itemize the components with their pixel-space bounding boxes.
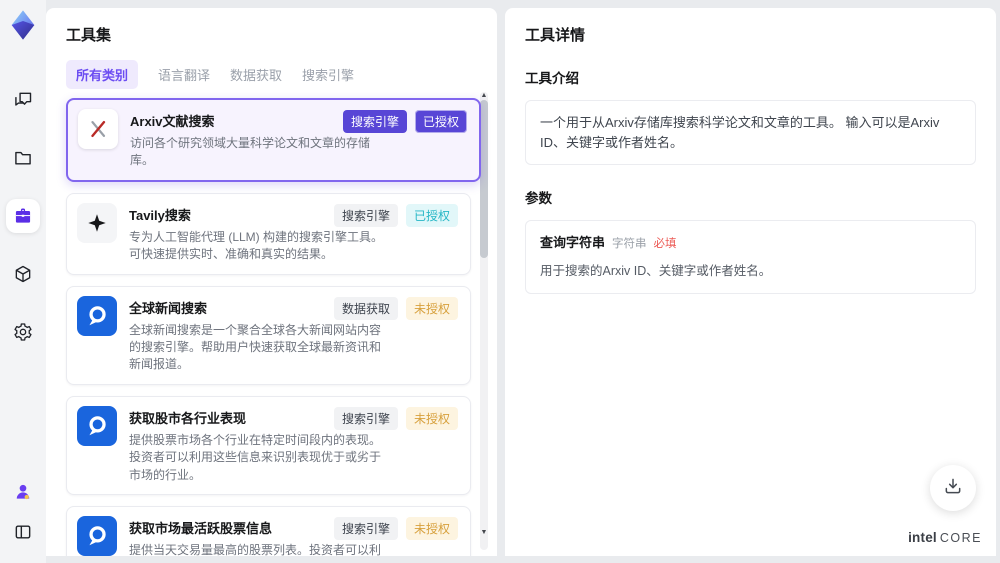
category-badge: 搜索引擎 [333,516,398,540]
parameter-required-badge: 必填 [653,238,677,250]
category-badge: 搜索引擎 [333,203,398,227]
page-title: 工具集 [66,27,112,44]
sidebar-item-cube[interactable] [6,257,40,291]
tool-card[interactable]: Tavily搜索 专为人工智能代理 (LLM) 构建的搜索引擎工具。可快速提供实时… [66,192,471,275]
tool-badges: 数据获取 未授权 [333,296,458,320]
params-heading: 参数 [525,191,552,206]
arxiv-logo [78,109,118,149]
category-badge: 搜索引擎 [342,110,407,133]
category-tabs: 所有类别 语言翻译 数据获取 搜索引擎 [66,60,477,89]
parameter-description: 用于搜索的Arxiv ID、关键字或作者姓名。 [540,264,772,279]
sidebar-nav [6,83,40,349]
sidebar-item-folder[interactable] [6,141,40,175]
sidebar-item-user[interactable] [6,475,40,509]
chat-icon [13,90,33,110]
core-wordmark: CORE [939,531,982,545]
category-badge: 数据获取 [333,296,398,320]
status-badge: 已授权 [414,110,467,133]
scrollbar: ▲ ▼ [480,92,488,550]
news-search-logo [77,405,117,446]
sidebar-item-chat[interactable] [6,83,40,117]
tab-1[interactable]: 语言翻译 [158,60,210,89]
tool-card[interactable]: Arxiv文献搜索 访问各个研究领域大量科学论文和文章的存储库。 搜索引擎 已授权 [66,98,481,182]
tool-card[interactable]: 获取股市各行业表现 提供股票市场各个行业在特定时间段内的表现。投资者可以利用这些信… [66,395,471,495]
tool-badges: 搜索引擎 已授权 [333,203,458,227]
tab-3[interactable]: 搜索引擎 [302,60,354,89]
tool-badges: 搜索引擎 未授权 [333,406,458,430]
cube-icon [13,264,33,284]
news-search-logo [77,515,117,556]
tool-card[interactable]: 获取市场最活跃股票信息提供当天交易量最高的股票列表。投资者可以利用这些信息来识别… [66,505,471,556]
intel-core-logo: intel CORE [908,530,982,545]
sidebar-item-gear[interactable] [6,315,40,349]
tool-card[interactable]: 全球新闻搜索 全球新闻搜索是一个聚合全球各大新闻网站内容的搜索引擎。帮助用户快速获… [66,285,471,385]
tavily-logo [77,202,117,243]
download-button[interactable] [930,465,976,511]
parameter-header: 查询字符串 字符串 必填 [540,233,961,253]
download-icon [943,476,963,501]
tool-description: 提供股票市场各个行业在特定时间段内的表现。投资者可以利用这些信息来识别表现优于或… [129,432,382,482]
tool-badges: 搜索引擎 已授权 [342,110,467,133]
parameter-box: 查询字符串 字符串 必填 用于搜索的Arxiv ID、关键字或作者姓名。 [525,220,976,294]
intro-heading: 工具介绍 [525,71,579,86]
status-badge: 未授权 [405,516,458,540]
tab-2[interactable]: 数据获取 [230,60,282,89]
scrollbar-thumb[interactable] [480,100,488,258]
tool-details-panel: 工具详情 工具介绍 一个用于从Arxiv存储库搜索科学论文和文章的工具。 输入可… [505,8,996,556]
category-badge: 搜索引擎 [333,406,398,430]
sidebar [0,0,46,563]
tab-0[interactable]: 所有类别 [66,60,139,89]
diamond-logo[interactable] [7,9,39,41]
user-icon [13,482,33,502]
gear-icon [13,322,33,342]
briefcase-icon [13,206,33,226]
app-root: { "colors": { "accent": "#5846d6", "acce… [0,0,1000,563]
tool-badges: 搜索引擎 未授权 [333,516,458,540]
status-badge: 未授权 [405,406,458,430]
tool-description: 全球新闻搜索是一个聚合全球各大新闻网站内容的搜索引擎。帮助用户快速获取全球最新资… [129,322,382,372]
panel-toggle-icon [13,522,33,542]
status-badge: 已授权 [405,203,458,227]
parameter-name: 查询字符串 [540,235,606,250]
tool-list: Arxiv文献搜索 访问各个研究领域大量科学论文和文章的存储库。 搜索引擎 已授权 Ta… [46,92,497,556]
sidebar-item-briefcase[interactable] [6,199,40,233]
folder-icon [13,148,33,168]
tool-description: 提供当天交易量最高的股票列表。投资者可以利用这些信息来识别流动性强的股票和潜在的… [129,542,382,556]
tool-description: 访问各个研究领域大量科学论文和文章的存储库。 [130,136,371,168]
parameter-type: 字符串 [612,238,647,250]
news-search-logo [77,295,117,336]
sidebar-item-panel-toggle[interactable] [6,515,40,549]
sidebar-bottom [6,475,40,549]
scroll-up-arrow-icon[interactable]: ▲ [480,92,488,99]
intel-wordmark: intel [908,530,937,545]
intro-text: 一个用于从Arxiv存储库搜索科学论文和文章的工具。 输入可以是Arxiv ID… [540,115,940,150]
status-badge: 未授权 [405,296,458,320]
tool-description: 专为人工智能代理 (LLM) 构建的搜索引擎工具。可快速提供实时、准确和真实的结… [129,229,384,262]
details-title: 工具详情 [525,27,586,44]
tool-collection-panel: 工具集 所有类别 语言翻译 数据获取 搜索引擎 Arxiv文献搜索 访问各个研究领域大量… [46,8,497,556]
scroll-down-arrow-icon[interactable]: ▼ [480,529,488,536]
intro-box: 一个用于从Arxiv存储库搜索科学论文和文章的工具。 输入可以是Arxiv ID… [525,100,976,165]
